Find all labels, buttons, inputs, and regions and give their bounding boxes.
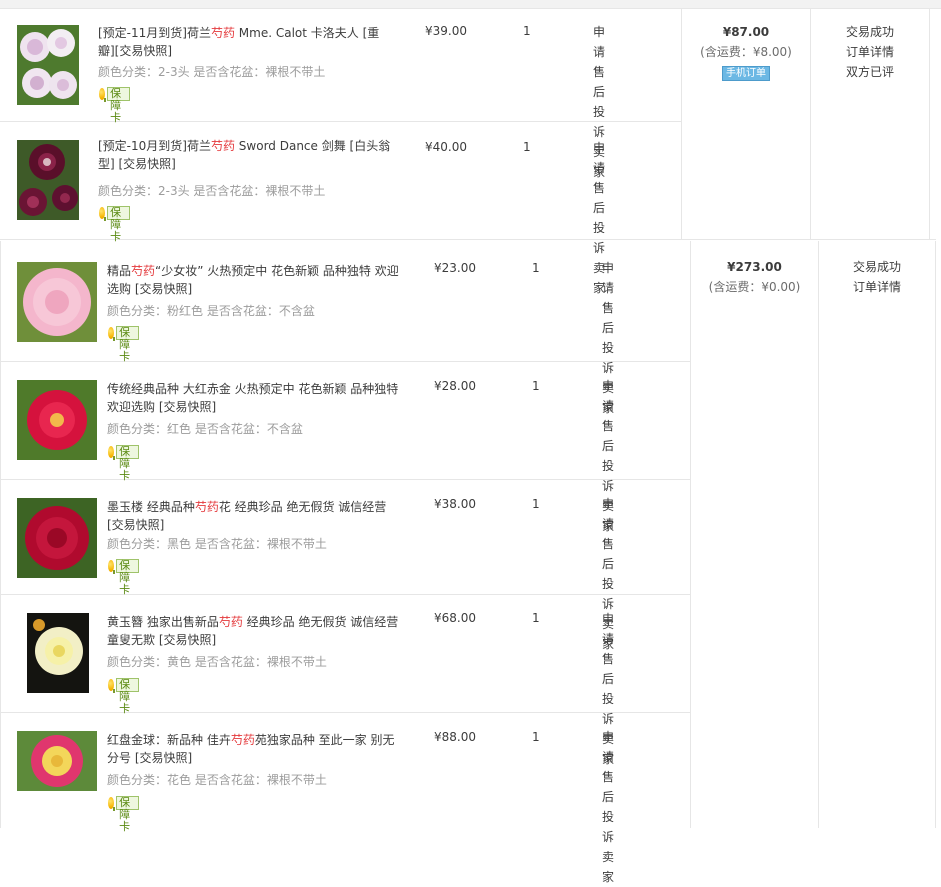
flower-icon bbox=[108, 327, 116, 341]
apply-after-sale-link[interactable]: 申请售后 bbox=[602, 609, 614, 689]
item-price: ¥38.00 bbox=[434, 497, 476, 511]
item-quantity: 1 bbox=[532, 611, 540, 625]
guarantee-badge[interactable]: 保障卡 bbox=[108, 678, 139, 715]
guarantee-badge[interactable]: 保障卡 bbox=[108, 445, 139, 482]
item-attrs: 颜色分类：粉红色 是否含花盆：不含盆 bbox=[107, 304, 315, 318]
apply-after-sale-link[interactable]: 申请售后 bbox=[602, 376, 614, 456]
item-quantity: 1 bbox=[532, 261, 540, 275]
apply-after-sale-link[interactable]: 申请售后 bbox=[602, 727, 614, 807]
item-quantity: 1 bbox=[532, 497, 540, 511]
order-1: [预定-11月到货]荷兰芍药 Mme. Calot 卡洛夫人 [重瓣][交易快照… bbox=[0, 9, 936, 295]
total-amount: ¥87.00 bbox=[722, 25, 770, 39]
item-quantity: 1 bbox=[523, 24, 531, 38]
item-attrs: 颜色分类：2-3头 是否含花盆：裸根不带土 bbox=[98, 65, 326, 79]
total-amount: ¥273.00 bbox=[727, 260, 782, 274]
flower-icon bbox=[108, 446, 116, 460]
divider bbox=[0, 239, 936, 240]
item-quantity: 1 bbox=[532, 379, 540, 393]
divider bbox=[0, 479, 690, 480]
item-price: ¥39.00 bbox=[425, 24, 467, 38]
divider bbox=[0, 594, 690, 595]
item-price: ¥68.00 bbox=[434, 611, 476, 625]
guarantee-badge[interactable]: 保障卡 bbox=[99, 206, 130, 243]
order-total: ¥87.00 (含运费：¥8.00) 手机订单 bbox=[682, 22, 810, 82]
peony-red-photo-icon[interactable] bbox=[17, 380, 97, 460]
guarantee-badge[interactable]: 保障卡 bbox=[108, 796, 139, 833]
item-title[interactable]: 红盘金球：新品种 佳卉芍药苑独家品种 至此一家 别无分号 [交易快照] bbox=[107, 731, 403, 767]
order-details-link[interactable]: 订单详情 bbox=[811, 42, 929, 62]
divider bbox=[935, 241, 936, 828]
item-attrs: 颜色分类：黄色 是否含花盆：裸根不带土 bbox=[107, 655, 327, 669]
shipping-fee: (含运费：¥0.00) bbox=[708, 280, 801, 294]
item-title[interactable]: 墨玉楼 经典品种芍药花 经典珍品 绝无假货 诚信经营 [交易快照] bbox=[107, 498, 403, 534]
flower-icon bbox=[99, 88, 107, 102]
flower-icon bbox=[108, 560, 116, 574]
item-price: ¥40.00 bbox=[425, 140, 467, 154]
item-attrs: 颜色分类：2-3头 是否含花盆：裸根不带土 bbox=[98, 184, 326, 198]
item-quantity: 1 bbox=[523, 140, 531, 154]
apply-after-sale-link[interactable]: 申请售后 bbox=[602, 494, 614, 574]
flower-icon bbox=[108, 679, 116, 693]
item-title[interactable]: 精品芍药“少女妆” 火热预定中 花色新颖 品种独特 欢迎选购 [交易快照] bbox=[107, 262, 403, 298]
divider bbox=[0, 712, 690, 713]
trade-success-text: 交易成功 bbox=[845, 25, 894, 39]
peony-black-red-photo-icon[interactable] bbox=[17, 498, 97, 578]
order-details-link[interactable]: 订单详情 bbox=[819, 277, 935, 297]
apply-after-sale-link[interactable]: 申请售后 bbox=[593, 138, 605, 218]
order-total: ¥273.00 (含运费：¥0.00) bbox=[691, 257, 818, 297]
trade-success-text: 交易成功 bbox=[852, 260, 901, 274]
complain-seller-link[interactable]: 投诉卖家 bbox=[602, 807, 614, 887]
item-title[interactable]: 传统经典品种 大红赤金 火热预定中 花色新颖 品种独特 欢迎选购 [交易快照] bbox=[107, 380, 403, 416]
item-attrs: 颜色分类：黑色 是否含花盆：裸根不带土 bbox=[107, 537, 327, 551]
order-status: 交易成功 订单详情 双方已评 bbox=[811, 22, 929, 82]
item-title[interactable]: [预定-11月到货]荷兰芍药 Mme. Calot 卡洛夫人 [重瓣][交易快照… bbox=[98, 24, 394, 60]
divider bbox=[0, 361, 690, 362]
top-divider bbox=[0, 0, 941, 9]
guarantee-badge[interactable]: 保障卡 bbox=[108, 559, 139, 596]
shipping-fee: (含运费：¥8.00) bbox=[700, 45, 792, 59]
item-price: ¥28.00 bbox=[434, 379, 476, 393]
item-quantity: 1 bbox=[532, 730, 540, 744]
peony-yellow-photo-icon[interactable] bbox=[27, 613, 89, 693]
item-price: ¥88.00 bbox=[434, 730, 476, 744]
item-attrs: 颜色分类：红色 是否含花盆：不含盆 bbox=[107, 422, 303, 436]
item-title[interactable]: 黄玉簪 独家出售新品芍药 经典珍品 绝无假货 诚信经营 童叟无欺 [交易快照] bbox=[107, 613, 403, 649]
divider bbox=[818, 241, 819, 828]
item-title[interactable]: [预定-10月到货]荷兰芍药 Sword Dance 剑舞 [白头翁型] [交易… bbox=[98, 137, 394, 173]
peony-dark-red-photo-icon[interactable] bbox=[17, 140, 79, 220]
peony-magenta-yellow-photo-icon[interactable] bbox=[17, 731, 97, 791]
both-rated-link[interactable]: 双方已评 bbox=[811, 62, 929, 82]
divider bbox=[929, 9, 930, 240]
item-attrs: 颜色分类：花色 是否含花盆：裸根不带土 bbox=[107, 773, 327, 787]
order-2: 精品芍药“少女妆” 火热预定中 花色新颖 品种独特 欢迎选购 [交易快照] 颜色… bbox=[0, 241, 936, 884]
divider bbox=[0, 241, 1, 828]
guarantee-badge[interactable]: 保障卡 bbox=[108, 326, 139, 363]
guarantee-badge[interactable]: 保障卡 bbox=[99, 87, 130, 124]
divider bbox=[0, 121, 681, 122]
order-status: 交易成功 订单详情 bbox=[819, 257, 935, 297]
flower-icon bbox=[108, 797, 116, 811]
apply-after-sale-link[interactable]: 申请售后 bbox=[593, 22, 605, 102]
divider bbox=[690, 241, 691, 828]
peony-pink-photo-icon[interactable] bbox=[17, 262, 97, 342]
apply-after-sale-link[interactable]: 申请售后 bbox=[602, 258, 614, 338]
peony-white-pink-photo-icon[interactable] bbox=[17, 25, 79, 105]
after-sale-links: 申请售后 投诉卖家 bbox=[602, 727, 614, 887]
flower-icon bbox=[99, 207, 107, 221]
mobile-order-badge: 手机订单 bbox=[722, 66, 770, 81]
item-price: ¥23.00 bbox=[434, 261, 476, 275]
